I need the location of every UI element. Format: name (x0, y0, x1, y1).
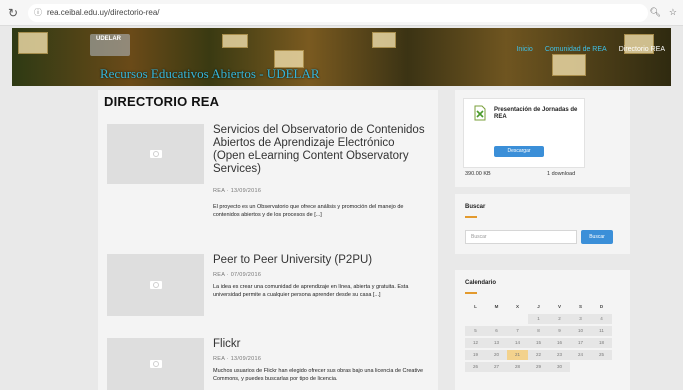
calendar-weekday: S (578, 304, 582, 309)
calendar-day[interactable]: 30 (549, 362, 570, 372)
calendar-day[interactable]: 1 (528, 314, 549, 324)
search-input[interactable]: Buscar (465, 230, 577, 244)
calendar-day[interactable]: 5 (465, 326, 486, 336)
download-title: Presentación de Jornadas de REA (494, 107, 578, 120)
url-text: rea.ceibal.edu.uy/directorio-rea/ (47, 8, 160, 17)
search-button[interactable]: Buscar (581, 230, 613, 244)
post-excerpt: La idea es crear una comunidad de aprend… (213, 284, 409, 298)
site-logo-text: UDELAR (96, 36, 121, 42)
calendar-weekday: J (537, 304, 540, 309)
calendar-day[interactable]: 8 (528, 326, 549, 336)
calendar-day[interactable]: 17 (570, 338, 591, 348)
main-content: DIRECTORIO REA Servicios del Observatori… (98, 90, 438, 390)
banner-decor (372, 32, 396, 48)
calendar-day[interactable]: 19 (465, 350, 486, 360)
calendar-weekday: D (599, 304, 604, 309)
calendar-weekday: V (557, 304, 561, 309)
calendar-widget: Calendario LMXJVSD 1 2 3 4 5 6 7 8 9 10 11 12 13 14 15… (455, 270, 630, 390)
post-date: REA · 13/09/2016 (213, 356, 262, 362)
calendar-day[interactable]: 15 (528, 338, 549, 348)
calendar-day[interactable]: 27 (486, 362, 507, 372)
calendar-day[interactable]: 22 (528, 350, 549, 360)
post-title[interactable]: Peer to Peer University (P2PU) (213, 254, 428, 267)
nav-item-inicio[interactable]: Inicio (516, 46, 532, 53)
calendar-day[interactable]: 21 (507, 350, 528, 360)
calendar-empty-cell (591, 362, 612, 372)
calendar-day[interactable]: 26 (465, 362, 486, 372)
post-thumbnail[interactable] (107, 124, 204, 184)
download-card: Presentación de Jornadas de REA Descarga… (463, 98, 585, 168)
calendar-empty-cell (486, 314, 507, 324)
camera-icon (149, 281, 162, 289)
browser-toolbar: ↻ ⓘ rea.ceibal.edu.uy/directorio-rea/ 🔍︎… (0, 0, 683, 26)
calendar-day[interactable]: 6 (486, 326, 507, 336)
calendar-day[interactable]: 7 (507, 326, 528, 336)
site-header-banner: UDELAR Recursos Educativos Abiertos - UD… (12, 28, 671, 86)
camera-icon (149, 360, 162, 368)
search-widget: Buscar Buscar Buscar (455, 194, 630, 254)
page-title: DIRECTORIO REA (104, 94, 220, 109)
file-download-icon (474, 105, 486, 121)
calendar-day[interactable]: 29 (528, 362, 549, 372)
calendar-empty-cell (465, 314, 486, 324)
banner-decor (222, 34, 248, 48)
widget-title-rule (465, 292, 477, 294)
calendar-day[interactable]: 16 (549, 338, 570, 348)
search-widget-title: Buscar (465, 204, 486, 210)
calendar-day[interactable]: 4 (591, 314, 612, 324)
calendar-weekday: X (515, 304, 519, 309)
calendar-empty-cell (507, 314, 528, 324)
calendar-title: Calendario (465, 280, 497, 286)
calendar-day[interactable]: 2 (549, 314, 570, 324)
sidebar: Presentación de Jornadas de REA Descarga… (455, 90, 630, 390)
reload-icon[interactable]: ↻ (6, 6, 20, 20)
download-button[interactable]: Descargar (494, 146, 544, 157)
calendar-day[interactable]: 12 (465, 338, 486, 348)
download-count: 1 download (547, 171, 576, 177)
calendar-weekday: M (494, 304, 499, 309)
calendar-day[interactable]: 3 (570, 314, 591, 324)
post-title[interactable]: Servicios del Observatorio de Contenidos… (213, 124, 428, 176)
calendar-day[interactable]: 14 (507, 338, 528, 348)
star-icon[interactable]: ☆ (669, 7, 677, 18)
post-thumbnail[interactable] (107, 254, 204, 316)
calendar-day[interactable]: 23 (549, 350, 570, 360)
info-icon[interactable]: ⓘ (34, 7, 42, 18)
calendar-day[interactable]: 9 (549, 326, 570, 336)
nav-item-directorio[interactable]: Directorio REA (619, 46, 665, 53)
widget-title-rule (465, 216, 477, 218)
calendar-day[interactable]: 20 (486, 350, 507, 360)
site-title[interactable]: Recursos Educativos Abiertos - UDELAR (100, 66, 320, 82)
calendar-day[interactable]: 18 (591, 338, 612, 348)
calendar-day[interactable]: 24 (570, 350, 591, 360)
banner-decor (552, 54, 586, 76)
calendar-grid: LMXJVSD 1 2 3 4 5 6 7 8 9 10 11 12 13 14 15 16 17 18 19 20 2… (465, 302, 613, 374)
download-widget: Presentación de Jornadas de REA Descarga… (455, 90, 630, 187)
address-bar[interactable]: ⓘ rea.ceibal.edu.uy/directorio-rea/ (28, 3, 648, 22)
post-date: REA · 13/09/2016 (213, 188, 262, 194)
calendar-day[interactable]: 10 (570, 326, 591, 336)
main-nav: Inicio Comunidad de REA Directorio REA (516, 46, 665, 53)
calendar-day[interactable]: 28 (507, 362, 528, 372)
post-date: REA · 07/09/2016 (213, 272, 262, 278)
banner-decor (18, 32, 48, 54)
camera-icon (149, 150, 162, 158)
post-title[interactable]: Flickr (213, 338, 428, 351)
zoom-icon[interactable]: 🔍︎ (649, 7, 660, 18)
nav-item-comunidad[interactable]: Comunidad de REA (545, 46, 607, 53)
calendar-weekday: L (474, 304, 477, 309)
calendar-day[interactable]: 25 (591, 350, 612, 360)
calendar-day[interactable]: 13 (486, 338, 507, 348)
post-excerpt: El proyecto es un Observatorio que ofrec… (213, 204, 404, 218)
calendar-empty-cell (570, 362, 591, 372)
download-size: 390.00 KB (465, 171, 491, 177)
calendar-day[interactable]: 11 (591, 326, 612, 336)
post-thumbnail[interactable] (107, 338, 204, 390)
post-excerpt: Muchos usuarios de Flickr han elegido of… (213, 368, 424, 382)
